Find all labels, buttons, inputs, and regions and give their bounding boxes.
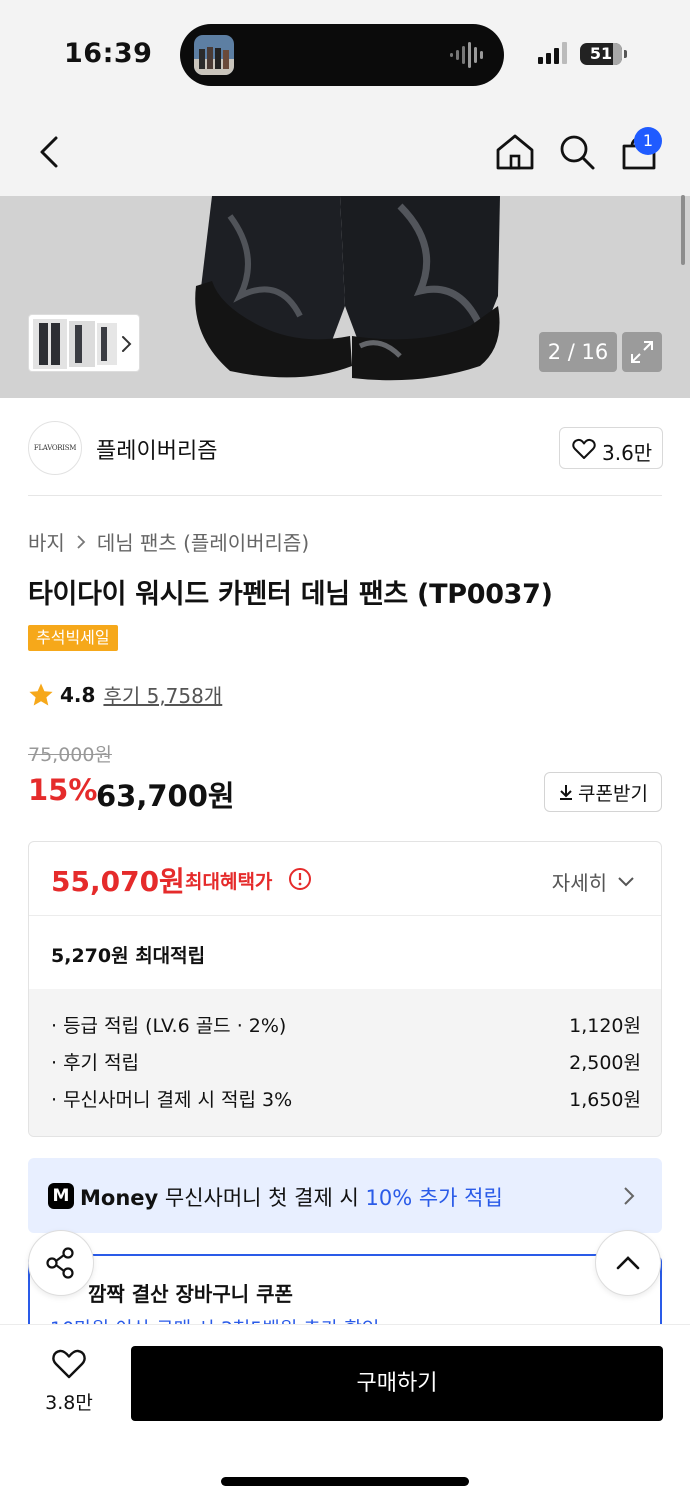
audio-wave-icon [450, 42, 483, 68]
brand-logo[interactable]: FLAVORISM [28, 421, 82, 475]
dynamic-island[interactable] [180, 24, 504, 86]
thumbnail-images [33, 319, 132, 369]
discount-rate: 15% [28, 773, 98, 807]
page-scrollbar[interactable] [681, 195, 685, 265]
home-indicator[interactable] [221, 1477, 469, 1486]
image-thumbnail-strip[interactable] [28, 314, 140, 372]
points-breakdown: · 등급 적립 (LV.6 골드 · 2%) 1,120원 · 후기 적립 2,… [29, 989, 661, 1136]
money-text: 무신사머니 첫 결제 시 [158, 1186, 366, 1210]
max-benefit-label: 최대혜택가 [185, 871, 273, 893]
chevron-down-icon [618, 876, 634, 886]
brand-name[interactable]: 플레이버리즘 [96, 433, 217, 465]
search-icon[interactable] [556, 128, 598, 176]
chevron-right-icon [624, 1187, 635, 1205]
money-highlight: 10% 추가 적립 [365, 1186, 503, 1210]
share-icon [46, 1247, 74, 1279]
musinsa-money-banner[interactable]: M Money 무신사머니 첫 결제 시 10% 추가 적립 [28, 1158, 662, 1233]
clock: 16:39 [64, 38, 153, 69]
heart-icon [572, 438, 596, 459]
scroll-to-top-button[interactable] [595, 1230, 661, 1296]
top-nav-bar [0, 110, 690, 196]
heart-icon [52, 1349, 86, 1379]
chevron-right-icon [122, 336, 132, 352]
cellular-signal-icon [538, 42, 567, 64]
status-bar: 16:39 51 [0, 0, 690, 110]
expand-icon [631, 341, 653, 363]
points-row-label: · 등급 적립 (LV.6 골드 · 2%) [51, 1015, 287, 1037]
info-icon[interactable] [288, 867, 312, 891]
brand-like-count: 3.6만 [602, 441, 653, 465]
brand-like-button[interactable]: 3.6만 [559, 427, 663, 469]
benefit-detail-label: 자세히 [551, 871, 607, 895]
divider [28, 495, 662, 496]
image-counter: 2 / 16 [539, 332, 617, 372]
money-brand: Money [80, 1186, 159, 1210]
max-benefit-panel: 55,070원 최대혜택가 자세히 5,270원 최대적립 · 등급 적립 (L… [28, 841, 662, 1137]
points-row-value: 2,500원 [569, 1052, 641, 1074]
chevron-up-icon [616, 1256, 640, 1270]
original-price: 75,000원 [28, 744, 112, 766]
coupon-section-title: 깜짝 결산 장바구니 쿠폰 [88, 1282, 293, 1306]
sale-badge: 추석빅세일 [28, 625, 118, 651]
sale-price: 63,700원 [96, 779, 235, 813]
wishlist-button[interactable]: 3.8만 [34, 1348, 104, 1415]
max-points-total: 5,270원 최대적립 [51, 945, 206, 967]
back-arrow-icon[interactable] [36, 128, 64, 176]
review-count-link[interactable]: 후기 5,758개 [103, 680, 222, 709]
breadcrumb: 바지 데님 팬츠 (플레이버리즘) [28, 527, 309, 556]
coupon-button-label: 쿠폰받기 [578, 782, 648, 805]
star-icon [29, 683, 53, 705]
now-playing-artwork [194, 35, 234, 75]
rating-row[interactable]: 4.8 후기 5,758개 [28, 680, 222, 709]
battery-icon: 51 [580, 43, 627, 65]
points-row-value: 1,650원 [569, 1089, 641, 1111]
product-image[interactable]: 2 / 16 [0, 196, 690, 398]
points-row: · 후기 적립 2,500원 [51, 1048, 641, 1075]
buy-button[interactable]: 구매하기 [131, 1346, 663, 1421]
points-row: · 무신사머니 결제 시 적립 3% 1,650원 [51, 1085, 641, 1112]
money-logo-icon: M [48, 1183, 74, 1209]
cart-count-badge: 1 [634, 127, 662, 155]
coupon-download-button[interactable]: 쿠폰받기 [544, 772, 662, 812]
product-title: 타이다이 워시드 카펜터 데님 팬츠 (TP0037) [28, 579, 553, 610]
points-row: · 등급 적립 (LV.6 골드 · 2%) 1,120원 [51, 1011, 641, 1038]
breadcrumb-item-subcategory[interactable]: 데님 팬츠 (플레이버리즘) [97, 527, 309, 556]
money-banner-text: Money 무신사머니 첫 결제 시 10% 추가 적립 [80, 1182, 503, 1212]
home-icon[interactable] [494, 128, 536, 176]
points-row-value: 1,120원 [569, 1015, 641, 1037]
breadcrumb-item-category[interactable]: 바지 [28, 527, 65, 556]
chevron-right-icon [77, 534, 86, 549]
points-row-label: · 무신사머니 결제 시 적립 3% [51, 1089, 293, 1111]
divider [29, 915, 661, 916]
benefit-detail-toggle[interactable]: 자세히 [552, 867, 635, 896]
download-icon [560, 785, 573, 800]
max-benefit-price: 55,070원 [51, 865, 185, 898]
share-button[interactable] [28, 1230, 94, 1296]
battery-level: 51 [589, 44, 613, 63]
expand-image-button[interactable] [622, 332, 662, 372]
points-row-label: · 후기 적립 [51, 1052, 140, 1074]
rating-score: 4.8 [60, 682, 96, 707]
wishlist-count: 3.8만 [45, 1392, 93, 1414]
